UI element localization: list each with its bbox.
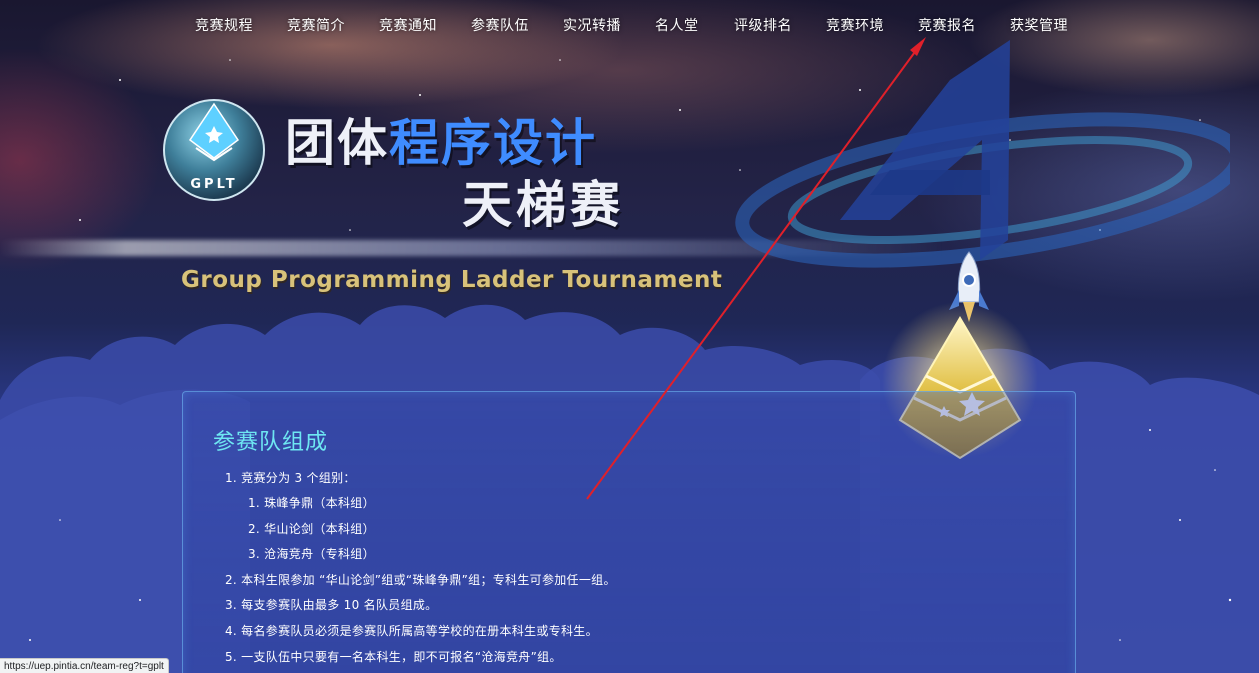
nav-item-live[interactable]: 实况转播 [563, 15, 621, 35]
rule-item: 3. 每支参赛队由最多 10 名队员组成。 [225, 598, 438, 612]
nav-item-notices[interactable]: 竞赛通知 [379, 15, 437, 35]
rule-item: 4. 每名参赛队员必须是参赛队所属高等学校的在册本科生或专科生。 [225, 624, 598, 638]
nav-item-ranking[interactable]: 评级排名 [734, 15, 792, 35]
team-composition-panel: 参赛队组成 1. 竞赛分为 3 个组别： 1. 珠峰争鼎（本科组） 2. 华山论… [182, 391, 1076, 673]
gplt-globe-badge-icon: GPLT [163, 99, 265, 201]
english-title: Group Programming Ladder Tournament [181, 267, 723, 293]
title-part1: 团体 [285, 114, 389, 172]
rule-item: 5. 一支队伍中只要有一名本科生，即不可报名“沧海竞舟”组。 [225, 650, 562, 664]
top-nav: 竞赛规程 竞赛简介 竞赛通知 参赛队伍 实况转播 名人堂 评级排名 竞赛环境 竞… [0, 0, 1259, 50]
rule-subitem: 3. 沧海竞舟（专科组） [248, 547, 375, 561]
nav-item-rules[interactable]: 竞赛规程 [195, 15, 253, 35]
rule-subitem: 2. 华山论剑（本科组） [248, 522, 375, 536]
nav-item-registration[interactable]: 竞赛报名 [918, 15, 976, 35]
status-bar-url: https://uep.pintia.cn/team-reg?t=gplt [0, 658, 169, 673]
nav-item-intro[interactable]: 竞赛简介 [287, 15, 345, 35]
title-part2: 程序设计 [389, 114, 597, 172]
nav-item-awards[interactable]: 获奖管理 [1010, 15, 1068, 35]
badge-text: GPLT [190, 177, 237, 192]
page-title-line1: 团体程序设计 [285, 114, 597, 172]
rule-item: 1. 竞赛分为 3 个组别： [225, 471, 356, 485]
nav-item-teams[interactable]: 参赛队伍 [471, 15, 529, 35]
panel-title: 参赛队组成 [213, 430, 329, 455]
page-title-line2: 天梯赛 [462, 176, 624, 234]
nav-item-hall-of-fame[interactable]: 名人堂 [655, 15, 699, 35]
nav-item-environment[interactable]: 竞赛环境 [826, 15, 884, 35]
rule-item: 2. 本科生限参加 “华山论剑”组或“珠峰争鼎”组；专科生可参加任一组。 [225, 573, 616, 587]
rule-subitem: 1. 珠峰争鼎（本科组） [248, 496, 375, 510]
